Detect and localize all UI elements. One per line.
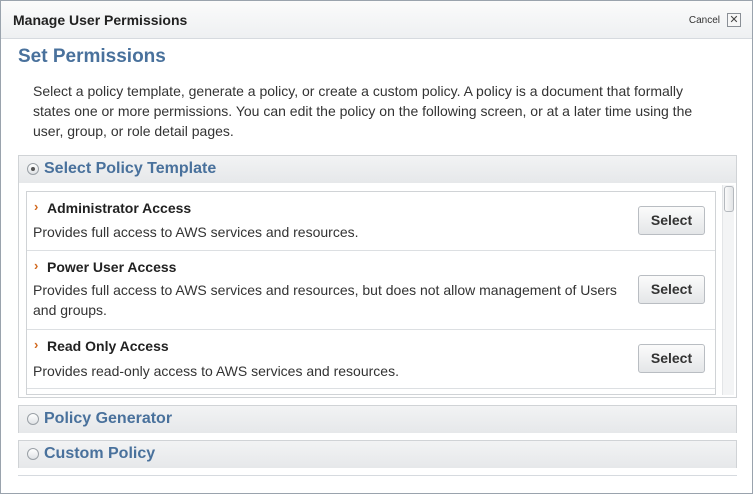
manage-permissions-dialog: Manage User Permissions Cancel ✕ Set Per… — [0, 0, 753, 494]
section-select-policy-template: Select Policy Template › Administrator A… — [18, 155, 737, 398]
policy-name: Read Only Access — [47, 338, 169, 354]
chevron-right-icon: › — [34, 258, 39, 273]
policy-description: Provides read-only access to AWS service… — [33, 363, 399, 379]
radio-custom[interactable] — [27, 448, 39, 460]
list-item-administrator-access: › Administrator Access Provides full acc… — [27, 192, 715, 251]
scrollbar-thumb[interactable] — [724, 186, 734, 212]
close-icon[interactable]: ✕ — [727, 13, 741, 27]
select-button-administrator[interactable]: Select — [638, 206, 705, 235]
page-title: Set Permissions — [18, 46, 166, 67]
list-scrollbar[interactable] — [722, 185, 734, 395]
policy-name: Power User Access — [47, 259, 177, 275]
section-label-custom: Custom Policy — [44, 445, 156, 462]
policy-name: Administrator Access — [47, 200, 192, 216]
section-policy-generator: Policy Generator — [18, 405, 737, 433]
chevron-right-icon: › — [34, 199, 39, 214]
select-button-power-user[interactable]: Select — [638, 275, 705, 304]
divider — [18, 475, 737, 476]
section-header-custom[interactable]: Custom Policy — [19, 441, 736, 468]
section-custom-policy: Custom Policy — [18, 440, 737, 468]
list-item-power-user-access: › Power User Access Provides full access… — [27, 251, 715, 330]
section-label-generator: Policy Generator — [44, 410, 173, 427]
section-label-template: Select Policy Template — [44, 160, 217, 177]
policy-description: Provides full access to AWS services and… — [33, 224, 359, 240]
list-item-read-only-access: › Read Only Access Provides read-only ac… — [27, 330, 715, 389]
cancel-link[interactable]: Cancel — [689, 15, 720, 26]
chevron-right-icon: › — [34, 337, 39, 352]
section-header-template[interactable]: Select Policy Template — [19, 156, 736, 183]
select-button-read-only[interactable]: Select — [638, 344, 705, 373]
policy-description: Provides full access to AWS services and… — [33, 282, 617, 318]
policy-template-list: › Administrator Access Provides full acc… — [26, 191, 716, 395]
dialog-titlebar: Manage User Permissions Cancel ✕ — [1, 1, 752, 39]
section-header-generator[interactable]: Policy Generator — [19, 406, 736, 433]
radio-template[interactable] — [27, 163, 39, 175]
radio-generator[interactable] — [27, 413, 39, 425]
dialog-title: Manage User Permissions — [13, 12, 188, 28]
intro-text: Select a policy template, generate a pol… — [33, 83, 693, 139]
